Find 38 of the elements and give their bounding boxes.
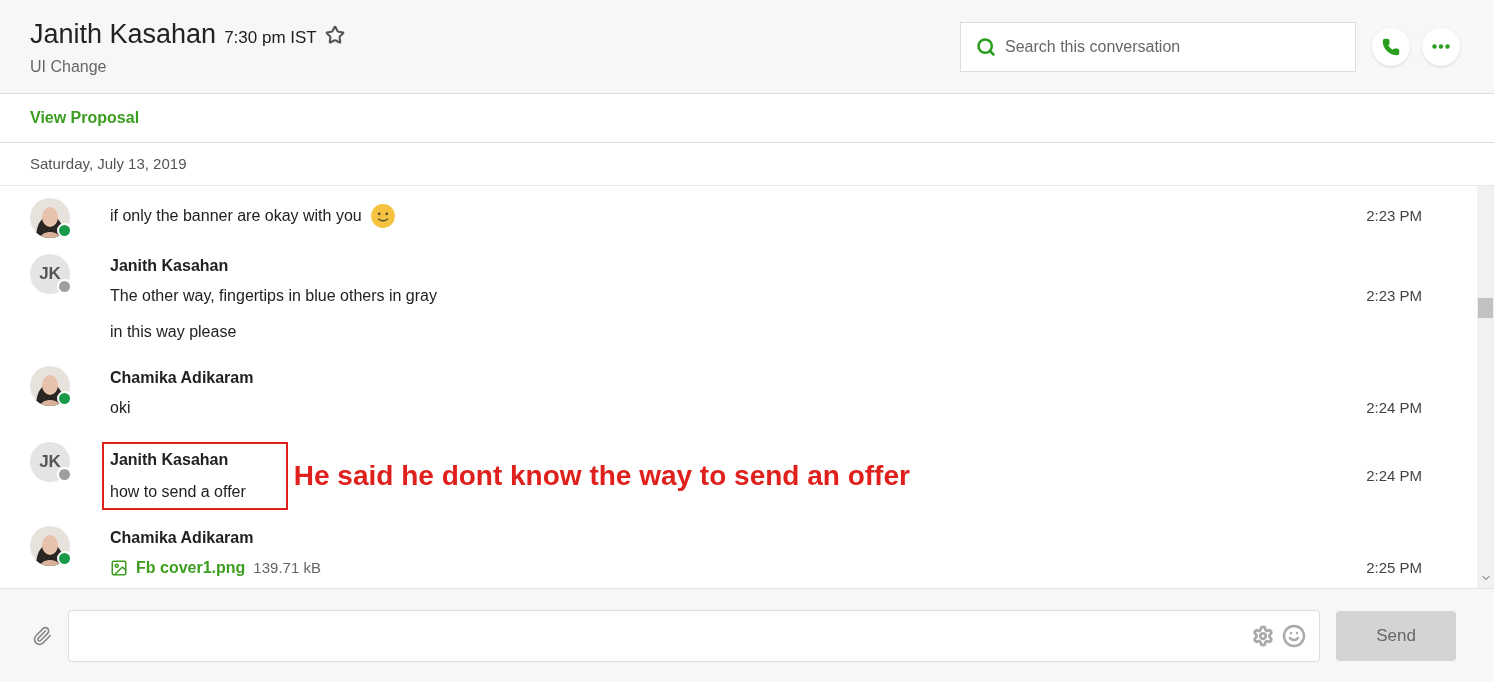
phone-icon [1382, 37, 1400, 56]
scrollbar-thumb[interactable] [1478, 298, 1493, 318]
gear-icon[interactable] [1252, 624, 1274, 647]
message-time: 2:23 PM [1366, 205, 1422, 226]
sender-name: Janith Kasahan [110, 256, 230, 276]
avatar: JK [30, 254, 70, 294]
message-text: if only the banner are okay with you [110, 206, 362, 226]
contact-name: Janith Kasahan [30, 18, 217, 52]
annotation-text: He said he dont know the way to send an offer [293, 459, 910, 493]
message-text: how to send a offer [110, 482, 246, 502]
message-time: 2:24 PM [1366, 465, 1422, 486]
message-input[interactable] [68, 609, 1320, 662]
call-button[interactable] [1372, 27, 1410, 66]
local-time: 7:30 pm IST [224, 27, 317, 50]
message-time: 2:23 PM [1366, 285, 1422, 306]
sender-name: Chamika Adikaram [110, 368, 255, 388]
emoji-icon[interactable] [1282, 623, 1306, 648]
file-link[interactable]: Fb cover1.png [136, 556, 246, 580]
star-icon[interactable] [324, 24, 345, 45]
avatar: JK [30, 442, 70, 482]
more-icon [1432, 44, 1450, 49]
message-text: oki [110, 398, 131, 418]
attach-icon[interactable] [32, 624, 52, 647]
date-divider: Saturday, July 13, 2019 [30, 153, 187, 174]
search-icon [976, 36, 996, 57]
message-text: The other way, fingertips in blue others in gray [110, 286, 437, 306]
file-size: 139.71 kB [253, 557, 321, 578]
sender-name: Janith Kasahan [110, 450, 230, 470]
sender-name: Chamika Adikaram [110, 528, 255, 548]
image-file-icon [110, 559, 128, 577]
view-proposal-link[interactable]: View Proposal [30, 106, 140, 130]
more-button[interactable] [1422, 27, 1460, 66]
message-time: 2:25 PM [1366, 557, 1422, 578]
message-text: in this way please [110, 322, 237, 342]
message-time: 2:24 PM [1366, 397, 1422, 418]
search-field[interactable]: Search this conversation [960, 21, 1356, 72]
job-title: UI Change [30, 56, 108, 77]
scrollbar[interactable] [1477, 186, 1494, 588]
